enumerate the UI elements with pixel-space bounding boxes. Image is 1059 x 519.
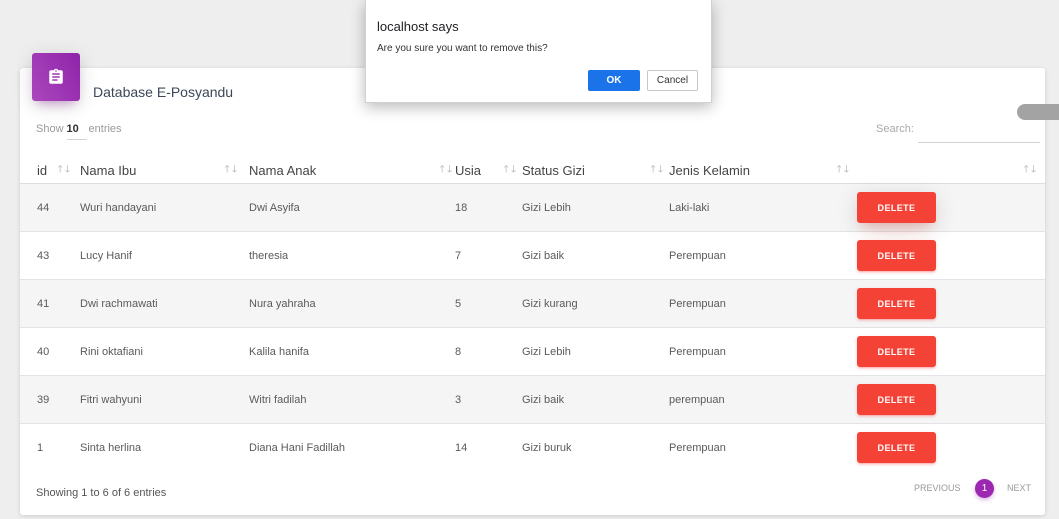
cell-nama-ibu: Sinta herlina bbox=[67, 423, 234, 471]
column-header-id[interactable]: id bbox=[20, 157, 67, 184]
cell-id: 43 bbox=[20, 231, 67, 280]
entries-label: entries bbox=[88, 123, 122, 135]
cell-status-gizi: Gizi Lebih bbox=[513, 327, 660, 376]
cell-nama-anak: Diana Hani Fadillah bbox=[234, 423, 449, 471]
cell-action: DELETE bbox=[846, 423, 1045, 471]
cell-status-gizi: Gizi buruk bbox=[513, 423, 660, 471]
cell-nama-ibu: Wuri handayani bbox=[67, 183, 234, 232]
page-length-select[interactable]: 10 bbox=[66, 122, 87, 140]
dialog-message: Are you sure you want to remove this? bbox=[377, 43, 548, 54]
cell-jenis-kelamin: Perempuan bbox=[660, 327, 846, 376]
column-label: Nama Ibu bbox=[80, 163, 137, 178]
table-row: 1 Sinta herlina Diana Hani Fadillah 14 Gizi … bbox=[20, 423, 1045, 471]
column-header-status-gizi[interactable]: Status Gizi bbox=[513, 157, 660, 184]
cell-usia: 5 bbox=[449, 279, 513, 328]
sort-icon bbox=[835, 165, 846, 176]
sort-icon bbox=[502, 165, 513, 176]
cell-status-gizi: Gizi Lebih bbox=[513, 183, 660, 232]
delete-button[interactable]: DELETE bbox=[857, 384, 936, 415]
cell-usia: 14 bbox=[449, 423, 513, 471]
cell-jenis-kelamin: Perempuan bbox=[660, 423, 846, 471]
next-page-button[interactable]: NEXT bbox=[1007, 482, 1031, 494]
column-header-usia[interactable]: Usia bbox=[449, 157, 513, 184]
table-row: 40 Rini oktafiani Kalila hanifa 8 Gizi Lebih… bbox=[20, 327, 1045, 376]
column-label: id bbox=[37, 163, 48, 178]
cell-action: DELETE bbox=[846, 327, 1045, 376]
search-label: Search: bbox=[876, 123, 914, 135]
cell-jenis-kelamin: perempuan bbox=[660, 375, 846, 424]
cell-usia: 8 bbox=[449, 327, 513, 376]
cell-id: 41 bbox=[20, 279, 67, 328]
cell-status-gizi: Gizi baik bbox=[513, 231, 660, 280]
cell-nama-anak: Witri fadilah bbox=[234, 375, 449, 424]
column-label: Usia bbox=[455, 163, 482, 178]
cell-jenis-kelamin: Perempuan bbox=[660, 231, 846, 280]
sort-icon bbox=[223, 165, 234, 176]
column-label: Jenis Kelamin bbox=[669, 163, 750, 178]
cell-nama-ibu: Lucy Hanif bbox=[67, 231, 234, 280]
header-row: id Nama Ibu Nama Anak Usia Status Gizi J… bbox=[20, 157, 1045, 184]
cell-jenis-kelamin: Perempuan bbox=[660, 279, 846, 328]
sort-icon bbox=[56, 165, 67, 176]
column-label: Nama Anak bbox=[249, 163, 317, 178]
cell-nama-anak: Nura yahraha bbox=[234, 279, 449, 328]
table-body: 44 Wuri handayani Dwi Asyifa 18 Gizi Lebih La… bbox=[20, 183, 1045, 471]
column-header-nama-ibu[interactable]: Nama Ibu bbox=[67, 157, 234, 184]
cell-nama-ibu: Fitri wahyuni bbox=[67, 375, 234, 424]
data-table: id Nama Ibu Nama Anak Usia Status Gizi J… bbox=[20, 157, 1045, 471]
delete-button[interactable]: DELETE bbox=[857, 192, 936, 223]
column-header-action[interactable] bbox=[846, 157, 1045, 184]
ok-button[interactable]: OK bbox=[588, 70, 640, 91]
table-row: 41 Dwi rachmawati Nura yahraha 5 Gizi kurang… bbox=[20, 279, 1045, 328]
cell-usia: 7 bbox=[449, 231, 513, 280]
side-panel-toggle[interactable] bbox=[1017, 104, 1059, 120]
column-header-nama-anak[interactable]: Nama Anak bbox=[234, 157, 449, 184]
cell-nama-ibu: Rini oktafiani bbox=[67, 327, 234, 376]
table-row: 39 Fitri wahyuni Witri fadilah 3 Gizi baik pe… bbox=[20, 375, 1045, 424]
cell-status-gizi: Gizi baik bbox=[513, 375, 660, 424]
card-title: Database E-Posyandu bbox=[93, 84, 234, 100]
table-header: id Nama Ibu Nama Anak Usia Status Gizi J… bbox=[20, 157, 1045, 184]
clipboard-icon bbox=[49, 68, 63, 84]
column-header-jenis-kelamin[interactable]: Jenis Kelamin bbox=[660, 157, 846, 184]
cell-nama-anak: theresia bbox=[234, 231, 449, 280]
cell-action: DELETE bbox=[846, 375, 1045, 424]
table-row: 43 Lucy Hanif theresia 7 Gizi baik Perempuan D… bbox=[20, 231, 1045, 280]
cell-status-gizi: Gizi kurang bbox=[513, 279, 660, 328]
column-label: Status Gizi bbox=[522, 163, 585, 178]
cell-id: 1 bbox=[20, 423, 67, 471]
cell-usia: 3 bbox=[449, 375, 513, 424]
cell-nama-ibu: Dwi rachmawati bbox=[67, 279, 234, 328]
show-label: Show bbox=[36, 123, 64, 135]
cell-id: 40 bbox=[20, 327, 67, 376]
sort-icon bbox=[438, 165, 449, 176]
cell-id: 44 bbox=[20, 183, 67, 232]
cancel-button[interactable]: Cancel bbox=[647, 70, 698, 91]
cell-usia: 18 bbox=[449, 183, 513, 232]
cell-id: 39 bbox=[20, 375, 67, 424]
delete-button[interactable]: DELETE bbox=[857, 432, 936, 463]
previous-page-button[interactable]: PREVIOUS bbox=[914, 482, 961, 494]
table-info: Showing 1 to 6 of 6 entries bbox=[36, 487, 167, 499]
table-row: 44 Wuri handayani Dwi Asyifa 18 Gizi Lebih La… bbox=[20, 183, 1045, 232]
cell-jenis-kelamin: Laki-laki bbox=[660, 183, 846, 232]
cell-action: DELETE bbox=[846, 183, 1045, 232]
cell-action: DELETE bbox=[846, 231, 1045, 280]
cell-nama-anak: Dwi Asyifa bbox=[234, 183, 449, 232]
sort-icon bbox=[649, 165, 660, 176]
delete-button[interactable]: DELETE bbox=[857, 336, 936, 367]
delete-button[interactable]: DELETE bbox=[857, 288, 936, 319]
dialog-title: localhost says bbox=[377, 19, 459, 34]
cell-action: DELETE bbox=[846, 279, 1045, 328]
length-control: Show 10 entries bbox=[36, 122, 122, 140]
confirm-dialog: localhost says Are you sure you want to … bbox=[365, 0, 712, 103]
database-card: Database E-Posyandu Show 10 entries Search… bbox=[20, 53, 1045, 515]
cell-nama-anak: Kalila hanifa bbox=[234, 327, 449, 376]
delete-button[interactable]: DELETE bbox=[857, 240, 936, 271]
page-button-1[interactable]: 1 bbox=[975, 479, 994, 498]
card-header-icon bbox=[32, 53, 80, 101]
search-input[interactable] bbox=[918, 126, 1040, 143]
sort-icon bbox=[1022, 165, 1033, 176]
